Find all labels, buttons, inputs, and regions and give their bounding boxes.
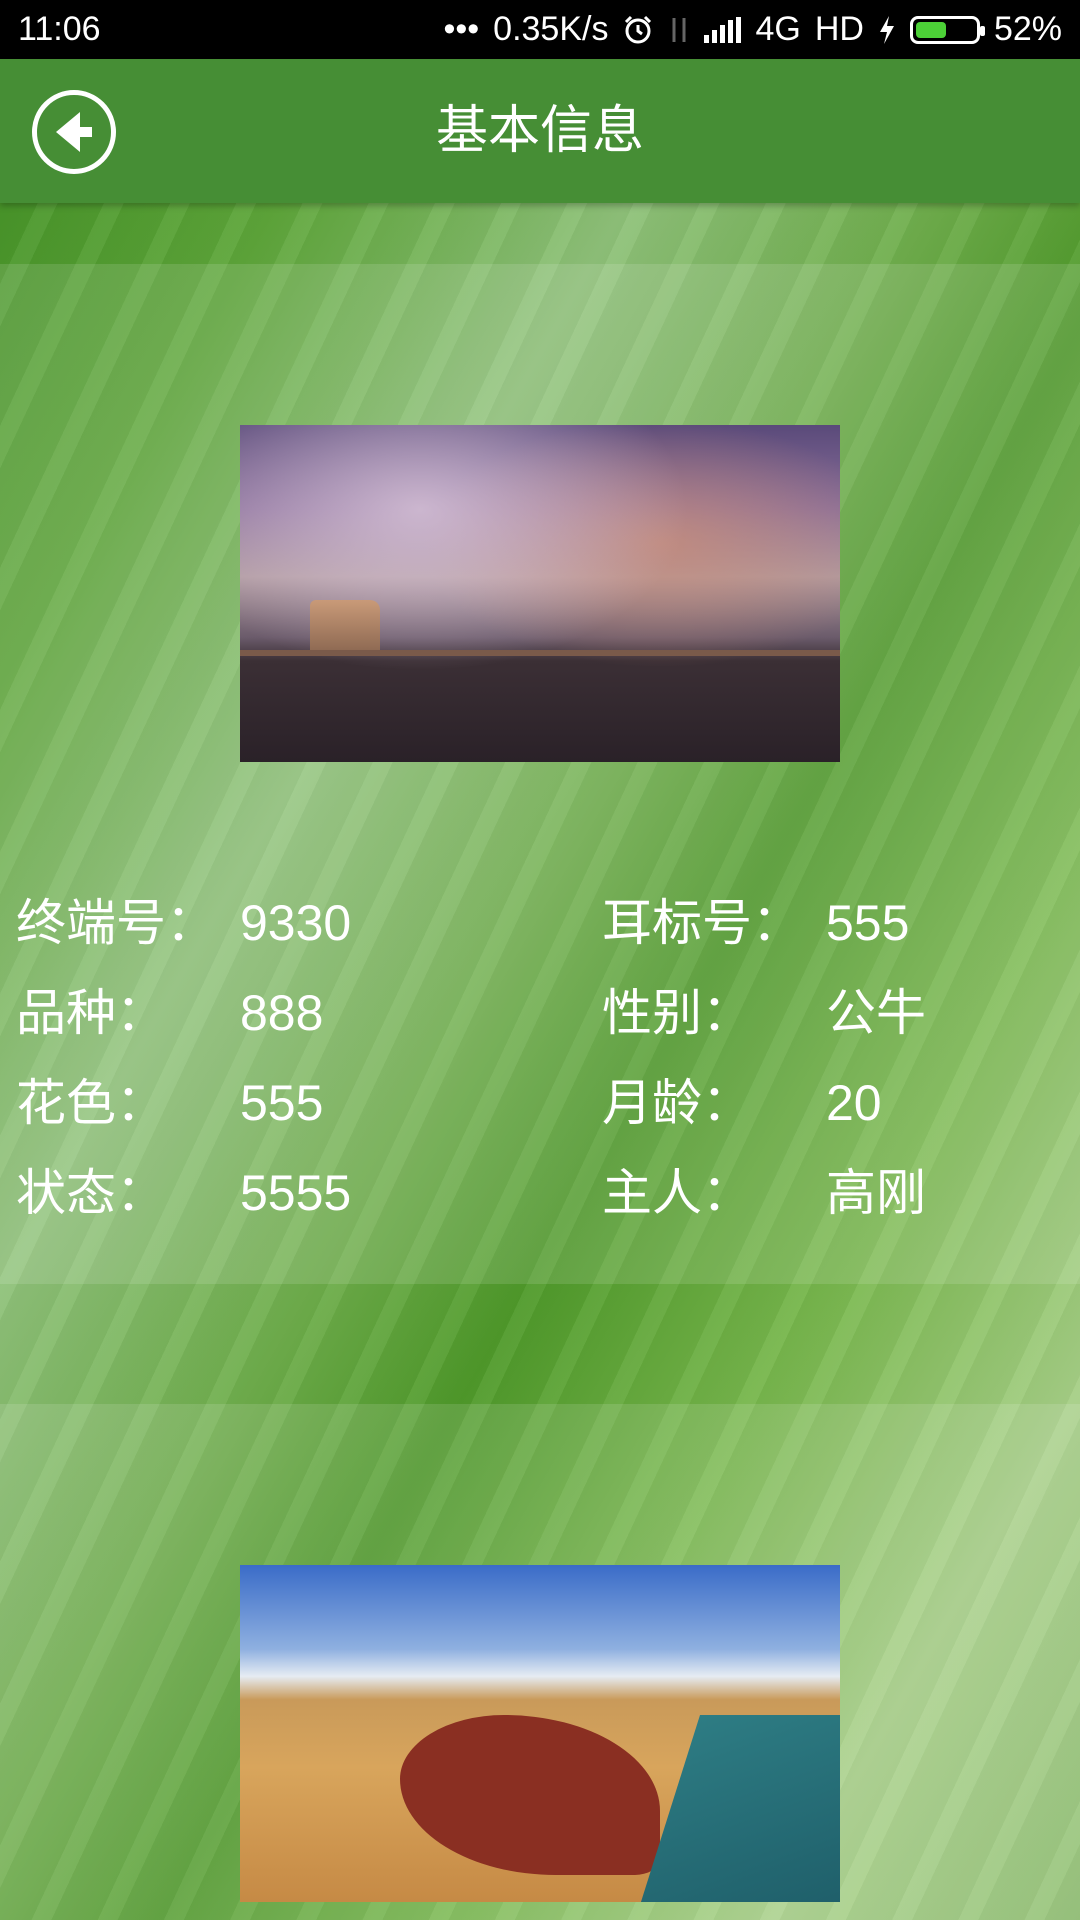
photo-rock (310, 600, 380, 655)
photo-horizon (240, 650, 840, 656)
charging-icon (879, 15, 894, 44)
breed-value: 888 (240, 985, 324, 1041)
ear-tag-value: 555 (826, 895, 910, 951)
battery-percent: 52% (993, 10, 1062, 48)
network-type: 4G (755, 10, 801, 48)
signal-icon (704, 16, 742, 43)
battery-fill (915, 21, 947, 38)
photo-sea (640, 1715, 840, 1902)
battery-icon (909, 15, 985, 44)
status-time: 11:06 (18, 10, 101, 48)
owner-label: 主人： (602, 1164, 752, 1222)
age-label: 月龄： (602, 1074, 752, 1132)
more-dots-icon: ••• (443, 10, 480, 48)
network-speed: 0.35K/s (493, 10, 609, 48)
toolbar: 基本信息 (0, 59, 1080, 203)
gender-value: 公牛 (826, 985, 926, 1041)
terminal-label: 终端号： (16, 894, 216, 952)
photo-red-beach (400, 1715, 660, 1875)
breed-label: 品种： (16, 984, 166, 1042)
alarm-icon (625, 15, 652, 43)
info-row: 花色： 555 月龄： 20 (0, 1068, 1080, 1138)
hd-indicator: HD (814, 10, 864, 48)
status-bar: 11:06 ••• 0.35K/s 4G HD 52% (0, 0, 1080, 59)
owner-value: 高刚 (826, 1165, 926, 1221)
ear-tag-label: 耳标号： (602, 894, 802, 952)
data-transfer-icon (672, 17, 686, 42)
cattle-photo[interactable] (240, 1565, 840, 1902)
status-value: 5555 (240, 1165, 352, 1221)
cattle-photo[interactable] (240, 425, 840, 762)
page-title: 基本信息 (435, 101, 644, 161)
status-label: 状态： (16, 1164, 166, 1222)
color-label: 花色： (16, 1074, 166, 1132)
info-row: 终端号： 9330 耳标号： 555 (0, 888, 1080, 958)
info-row: 品种： 888 性别： 公牛 (0, 978, 1080, 1048)
status-icons: ••• 0.35K/s 4G HD 52% (443, 10, 1062, 49)
color-value: 555 (240, 1075, 324, 1131)
info-row: 状态： 5555 主人： 高刚 (0, 1158, 1080, 1228)
gender-label: 性别： (602, 984, 752, 1042)
terminal-value: 9330 (240, 895, 352, 951)
age-value: 20 (826, 1075, 882, 1131)
